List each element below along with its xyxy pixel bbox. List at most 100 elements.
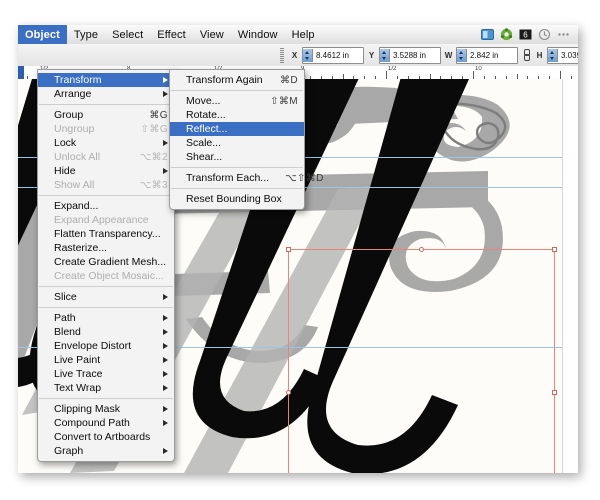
object-menu-item-flatten-transparency[interactable]: Flatten Transparency...: [38, 227, 174, 241]
object-menu-item-path[interactable]: Path: [38, 311, 174, 325]
menu-separator: [39, 104, 173, 105]
object-menu-item-slice[interactable]: Slice: [38, 290, 174, 304]
transform-menu-item-reset-bounding-box[interactable]: Reset Bounding Box: [170, 192, 304, 206]
transform-menu-item-scale[interactable]: Scale...: [170, 136, 304, 150]
menubar-label-view: View: [199, 28, 224, 41]
menubar-item-help[interactable]: Help: [285, 25, 322, 44]
x-position-field[interactable]: 8.4612 in: [302, 46, 364, 64]
spotlight-icon[interactable]: [557, 28, 570, 41]
menu-item-shortcut: ⌥⌘2: [139, 151, 168, 163]
menubar-label-select: Select: [112, 28, 144, 41]
y-stepper-icon[interactable]: [380, 48, 390, 62]
submenu-arrow-icon: [163, 77, 168, 83]
submenu-arrow-icon: [163, 371, 168, 377]
menu-item-label: Slice: [54, 291, 77, 303]
battery-icon[interactable]: 6: [519, 28, 532, 41]
menubar-item-effect[interactable]: Effect: [150, 25, 193, 44]
canvas-right-margin: [562, 79, 578, 473]
w-stepper-icon[interactable]: [457, 48, 467, 62]
x-field-label: X: [291, 50, 298, 60]
menu-item-label: Create Object Mosaic...: [54, 270, 164, 282]
object-menu-item-lock[interactable]: Lock: [38, 136, 174, 150]
menubar-label-type: Type: [73, 28, 99, 41]
menu-item-label: Transform Each...: [186, 172, 270, 184]
object-menu-item-live-trace[interactable]: Live Trace: [38, 367, 174, 381]
object-menu-item-rasterize[interactable]: Rasterize...: [38, 241, 174, 255]
submenu-arrow-icon: [163, 385, 168, 391]
submenu-arrow-icon: [163, 420, 168, 426]
lock-proportions-icon[interactable]: [523, 48, 530, 62]
object-menu-item-create-gradient-mesh[interactable]: Create Gradient Mesh...: [38, 255, 174, 269]
menu-item-label: Envelope Distort: [54, 340, 132, 352]
submenu-arrow-icon: [163, 329, 168, 335]
menu-separator: [39, 307, 173, 308]
h-field-label: H: [536, 50, 543, 60]
menu-item-label: Blend: [54, 326, 81, 338]
object-menu-item-transform[interactable]: Transform: [38, 73, 174, 87]
menu-bar: Object Type Select Effect View Window He…: [18, 25, 578, 45]
transform-menu-item-transform-again[interactable]: Transform Again ⌘D: [170, 73, 304, 87]
bridge-icon[interactable]: [481, 28, 494, 41]
selection-handle-ne[interactable]: [552, 247, 557, 252]
object-menu-item-unlock-all: Unlock All ⌥⌘2: [38, 150, 174, 164]
menu-item-label: Show All: [54, 179, 95, 191]
object-menu-item-arrange[interactable]: Arrange: [38, 87, 174, 101]
object-menu-item-text-wrap[interactable]: Text Wrap: [38, 381, 174, 395]
ruler-label: 10: [475, 66, 482, 72]
menubar-item-view[interactable]: View: [193, 25, 231, 44]
h-stepper-icon[interactable]: [548, 48, 558, 62]
transform-menu-item-transform-each[interactable]: Transform Each... ⌥⇧⌘D: [170, 171, 323, 185]
object-menu-item-envelope-distort[interactable]: Envelope Distort: [38, 339, 174, 353]
transform-menu-item-move[interactable]: Move... ⇧⌘M: [170, 94, 304, 108]
object-menu-item-convert-to-artboards[interactable]: Convert to Artboards: [38, 430, 174, 444]
object-menu-item-hide[interactable]: Hide: [38, 164, 174, 178]
transform-menu-item-rotate[interactable]: Rotate...: [170, 108, 304, 122]
menubar-item-type[interactable]: Type: [67, 25, 105, 44]
object-menu-item-expand[interactable]: Expand...: [38, 199, 174, 213]
y-position-field[interactable]: 3.5288 in: [379, 46, 441, 64]
menu-item-shortcut: ⌘G: [149, 109, 168, 121]
x-position-value: 8.4612 in: [316, 50, 349, 60]
control-bar-fields: X 8.4612 in Y 3.5288 in W 2.842 in H 3.0…: [280, 46, 578, 64]
object-menu-item-compound-path[interactable]: Compound Path: [38, 416, 174, 430]
transform-menu-item-shear[interactable]: Shear...: [170, 150, 304, 164]
selection-handle-w[interactable]: [286, 390, 291, 395]
menu-item-label: Create Gradient Mesh...: [54, 256, 167, 268]
menubar-label-effect: Effect: [157, 28, 186, 41]
menu-item-label: Lock: [54, 137, 77, 149]
submenu-arrow-icon: [163, 357, 168, 363]
kuler-icon[interactable]: [500, 28, 513, 41]
selection-bounding-box[interactable]: [286, 247, 557, 473]
object-menu-item-blend[interactable]: Blend: [38, 325, 174, 339]
control-bar: X 8.4612 in Y 3.5288 in W 2.842 in H 3.0…: [18, 44, 578, 67]
object-menu-item-live-paint[interactable]: Live Paint: [38, 353, 174, 367]
object-menu-item-graph[interactable]: Graph: [38, 444, 174, 458]
menubar-item-select[interactable]: Select: [105, 25, 150, 44]
x-stepper-icon[interactable]: [303, 48, 313, 62]
object-menu-item-clipping-mask[interactable]: Clipping Mask: [38, 402, 174, 416]
control-bar-grip[interactable]: [280, 47, 284, 63]
selection-handle-nw[interactable]: [286, 247, 291, 252]
menubar-item-object[interactable]: Object: [18, 25, 67, 44]
menu-separator: [171, 90, 303, 91]
object-dropdown-menu[interactable]: Transform Arrange Group ⌘G Ungroup ⇧⌘G Lock Unl…: [37, 69, 175, 462]
menu-separator: [39, 286, 173, 287]
selection-handle-e[interactable]: [552, 390, 557, 395]
transform-submenu[interactable]: Transform Again ⌘D Move... ⇧⌘M Rotate... Refl…: [169, 69, 323, 210]
clock-icon[interactable]: [538, 28, 551, 41]
transform-menu-item-reflect[interactable]: Reflect...: [170, 122, 304, 136]
object-menu-item-group[interactable]: Group ⌘G: [38, 108, 174, 122]
y-position-value: 3.5288 in: [393, 50, 426, 60]
menu-item-label: Graph: [54, 445, 84, 457]
menubar-item-window[interactable]: Window: [231, 25, 285, 44]
illustrator-window: Object Type Select Effect View Window He…: [18, 25, 578, 473]
height-field[interactable]: 3.0397 in: [547, 46, 578, 64]
submenu-arrow-icon: [163, 140, 168, 146]
width-field[interactable]: 2.842 in: [456, 46, 518, 64]
menu-item-label: Move...: [186, 95, 221, 107]
object-menu-item-ungroup: Ungroup ⇧⌘G: [38, 122, 174, 136]
menu-item-label: Text Wrap: [54, 382, 102, 394]
menu-item-label: Convert to Artboards: [54, 431, 151, 443]
menu-item-label: Shear...: [186, 151, 223, 163]
selection-handle-n[interactable]: [419, 247, 424, 252]
